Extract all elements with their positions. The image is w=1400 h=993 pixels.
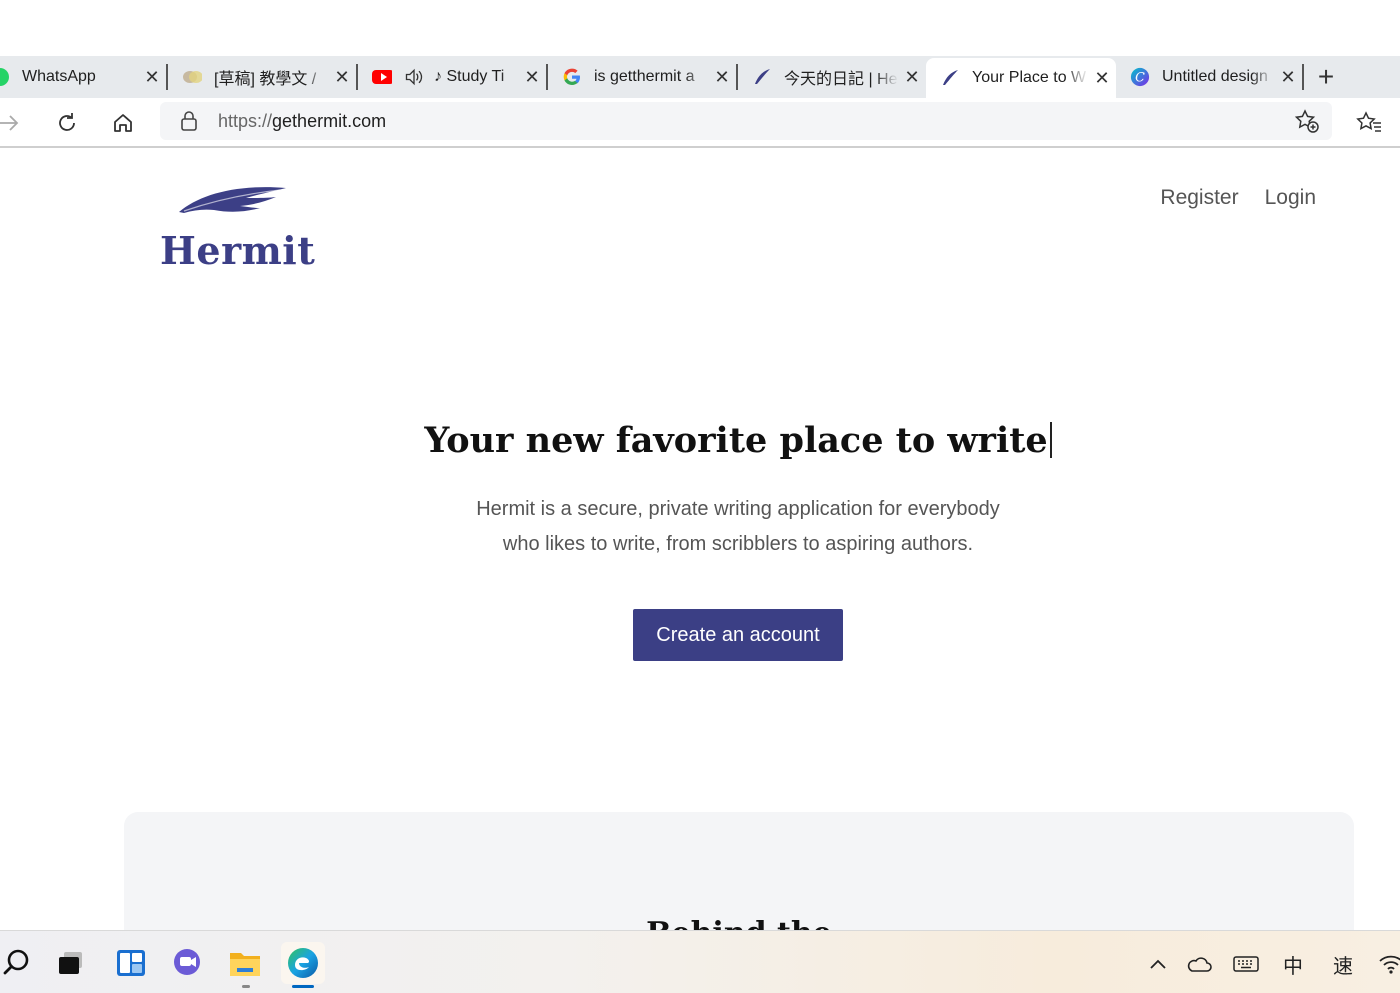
close-icon[interactable]: ✕ xyxy=(1274,67,1302,88)
hero-desc-line-2: who likes to write, from scribblers to a… xyxy=(502,533,974,555)
drafts-icon xyxy=(182,67,202,87)
register-link[interactable]: Register xyxy=(1160,186,1238,210)
speaker-icon[interactable] xyxy=(404,67,424,87)
tab-title: WhatsApp xyxy=(22,68,96,85)
forward-icon[interactable] xyxy=(0,108,24,138)
tab-hermit-diary[interactable]: 今天的日記 | He ✕ xyxy=(738,56,926,98)
active-app-indicator xyxy=(292,985,314,988)
tab-hermit-active[interactable]: Your Place to W ✕ xyxy=(926,58,1116,98)
refresh-icon[interactable] xyxy=(52,108,82,138)
lock-icon[interactable] xyxy=(174,106,204,136)
tab-whatsapp[interactable]: WhatsApp ✕ xyxy=(0,56,166,98)
chat-icon[interactable] xyxy=(170,946,204,980)
top-blank-area xyxy=(0,0,1400,56)
panel-heading: Behind the xyxy=(124,916,1354,930)
hero-title: Your new favorite place to write xyxy=(0,420,1400,461)
onedrive-icon[interactable] xyxy=(1186,951,1212,977)
create-account-button[interactable]: Create an account xyxy=(633,609,843,661)
search-icon[interactable] xyxy=(0,946,34,980)
login-link[interactable]: Login xyxy=(1265,186,1316,210)
tab-canva[interactable]: C Untitled design ✕ xyxy=(1116,56,1302,98)
url-host: gethermit.com xyxy=(272,111,387,131)
youtube-icon xyxy=(372,67,392,87)
add-favorite-icon[interactable] xyxy=(1292,106,1322,136)
feature-panel: Behind the xyxy=(124,812,1354,930)
hero-description: Hermit is a secure, private writing appl… xyxy=(0,492,1400,562)
task-view-icon[interactable] xyxy=(54,946,88,980)
widgets-icon[interactable] xyxy=(114,946,148,980)
chevron-up-icon[interactable] xyxy=(1145,951,1171,977)
tab-strip: WhatsApp ✕ [草稿] 教學文 / ✕ ♪ Study Ti ✕ is … xyxy=(0,56,1400,98)
web-page: Hermit Register Login Your new favorite … xyxy=(0,148,1400,930)
toolbar: https://gethermit.com xyxy=(0,98,1400,148)
tab-title: ♪ Study Ti xyxy=(434,68,505,85)
brand-name: Hermit xyxy=(160,228,316,273)
close-icon[interactable]: ✕ xyxy=(518,67,546,88)
tab-google[interactable]: is getthermit a ✕ xyxy=(548,56,736,98)
feather-icon xyxy=(179,187,286,213)
hero-desc-line-1: Hermit is a secure, private writing appl… xyxy=(476,498,1000,520)
taskbar: 中 速 xyxy=(0,930,1400,993)
tab-title: Untitled design xyxy=(1162,68,1268,85)
ime-mode-indicator[interactable]: 中 xyxy=(1280,951,1306,978)
tab-title: [草稿] 教學文 / xyxy=(214,71,317,88)
tab-youtube[interactable]: ♪ Study Ti ✕ xyxy=(358,56,546,98)
address-bar[interactable]: https://gethermit.com xyxy=(160,102,1332,140)
svg-text:C: C xyxy=(1135,70,1145,85)
text-caret xyxy=(1049,422,1052,458)
url-scheme: https:// xyxy=(218,111,273,131)
tab-title: Your Place to W xyxy=(972,69,1087,86)
wifi-icon[interactable] xyxy=(1378,951,1400,977)
new-tab-button[interactable]: + xyxy=(1304,61,1348,93)
close-icon[interactable]: ✕ xyxy=(328,67,356,88)
hero-title-text: Your new favorite place to write xyxy=(424,420,1048,461)
tab-title: is getthermit a xyxy=(594,68,695,85)
google-icon xyxy=(562,67,582,87)
canva-icon: C xyxy=(1130,67,1150,87)
tab-drafts[interactable]: [草稿] 教學文 / ✕ xyxy=(168,56,356,98)
close-icon[interactable]: ✕ xyxy=(708,67,736,88)
close-icon[interactable]: ✕ xyxy=(898,67,926,88)
running-indicator xyxy=(242,985,250,988)
favorites-icon[interactable] xyxy=(1354,108,1384,138)
whatsapp-icon xyxy=(0,67,10,87)
file-explorer-icon[interactable] xyxy=(228,946,262,980)
hermit-icon xyxy=(940,68,960,88)
close-icon[interactable]: ✕ xyxy=(138,67,166,88)
close-icon[interactable]: ✕ xyxy=(1088,68,1116,89)
edge-icon[interactable] xyxy=(281,942,325,984)
ime-speed-indicator[interactable]: 速 xyxy=(1330,951,1356,978)
hermit-icon xyxy=(752,67,772,87)
top-nav: Register Login xyxy=(1160,186,1316,210)
home-icon[interactable] xyxy=(108,108,138,138)
keyboard-icon[interactable] xyxy=(1233,951,1259,977)
tab-title: 今天的日記 | He xyxy=(784,71,898,88)
url-text[interactable]: https://gethermit.com xyxy=(218,111,386,132)
